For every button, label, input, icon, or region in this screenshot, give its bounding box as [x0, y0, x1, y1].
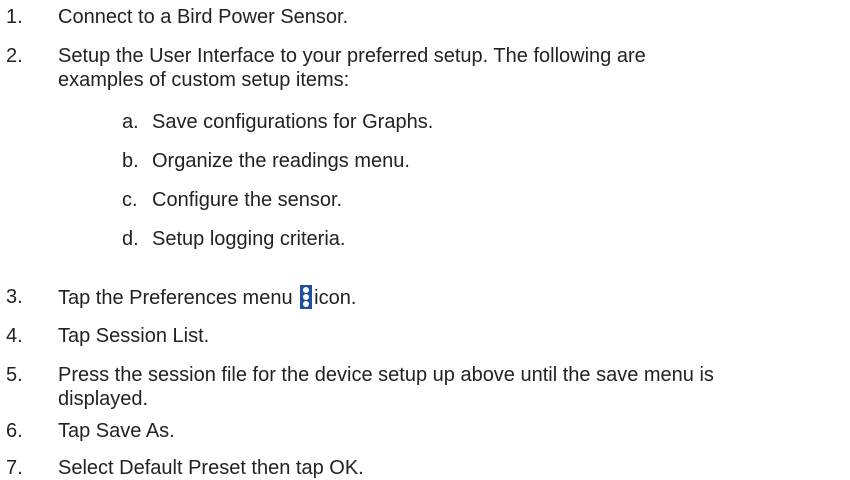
step-text: Connect to a Bird Power Sensor. [58, 6, 349, 28]
step-text: Press the session file for the device se… [58, 363, 838, 411]
step-text: Setup the User Interface to your preferr… [58, 44, 838, 92]
substep-text: Save configurations for Graphs. [152, 111, 434, 133]
kebab-menu-icon [300, 285, 313, 309]
step-text-line: Setup the User Interface to your preferr… [58, 45, 646, 67]
substep-text: Setup logging criteria. [152, 228, 346, 250]
instruction-list: 1. Connect to a Bird Power Sensor. 2. Se… [0, 0, 850, 479]
step-text-line: examples of custom setup items: [58, 69, 350, 91]
step-number: 4. [6, 325, 23, 347]
substep-letter: a. [122, 111, 139, 133]
step-text-line: Press the session file for the device se… [58, 364, 714, 386]
step-number: 5. [6, 364, 23, 386]
step-number: 7. [6, 457, 23, 479]
substep-text: Organize the readings menu. [152, 150, 410, 172]
step-text: Select Default Preset then tap OK. [58, 457, 364, 479]
step-text: Tap Save As. [58, 420, 175, 442]
step-text-line: displayed. [58, 388, 149, 410]
substep-letter: c. [122, 189, 138, 211]
step-number: 6. [6, 420, 23, 442]
step-text-after-icon: icon. [314, 287, 357, 309]
step-number: 3. [6, 286, 23, 308]
step-number: 2. [6, 45, 23, 67]
substep-letter: b. [122, 150, 139, 172]
step-text: Tap Session List. [58, 325, 210, 347]
substep-letter: d. [122, 228, 139, 250]
step-text: Tap the Preferences menu icon. [58, 285, 838, 310]
step-text-before-icon: Tap the Preferences menu [58, 287, 293, 309]
substep-text: Configure the sensor. [152, 189, 343, 211]
step-number: 1. [6, 6, 23, 28]
